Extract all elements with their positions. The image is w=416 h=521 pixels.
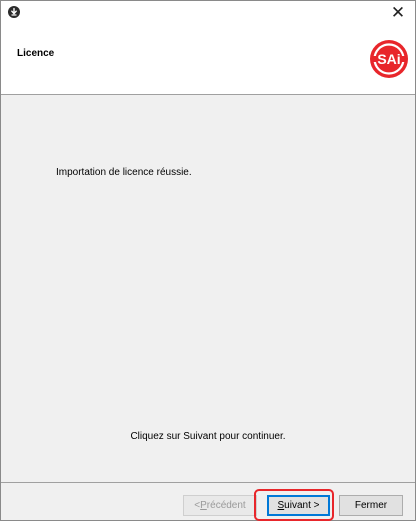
close-icon[interactable]: ✕ (381, 1, 415, 23)
wizard-content: Importation de licence réussie. Cliquez … (1, 95, 415, 482)
license-wizard-window: ✕ Licence SAi Importation de licence réu… (0, 0, 416, 521)
sai-logo: SAi (369, 39, 409, 79)
logo-text: SAi (377, 51, 400, 67)
wizard-header: Licence SAi (1, 23, 415, 94)
close-button[interactable]: Fermer (339, 495, 403, 516)
download-icon (8, 6, 20, 18)
instruction-text: Cliquez sur Suivant pour continuer. (130, 431, 286, 442)
page-title: Licence (17, 48, 55, 59)
previous-button[interactable]: < Précédent (183, 495, 257, 516)
status-message: Importation de licence réussie. (56, 167, 192, 178)
wizard-footer: < Précédent Suivant > Fermer (1, 483, 415, 520)
next-button[interactable]: Suivant > (267, 495, 330, 516)
title-bar: ✕ (1, 1, 415, 23)
